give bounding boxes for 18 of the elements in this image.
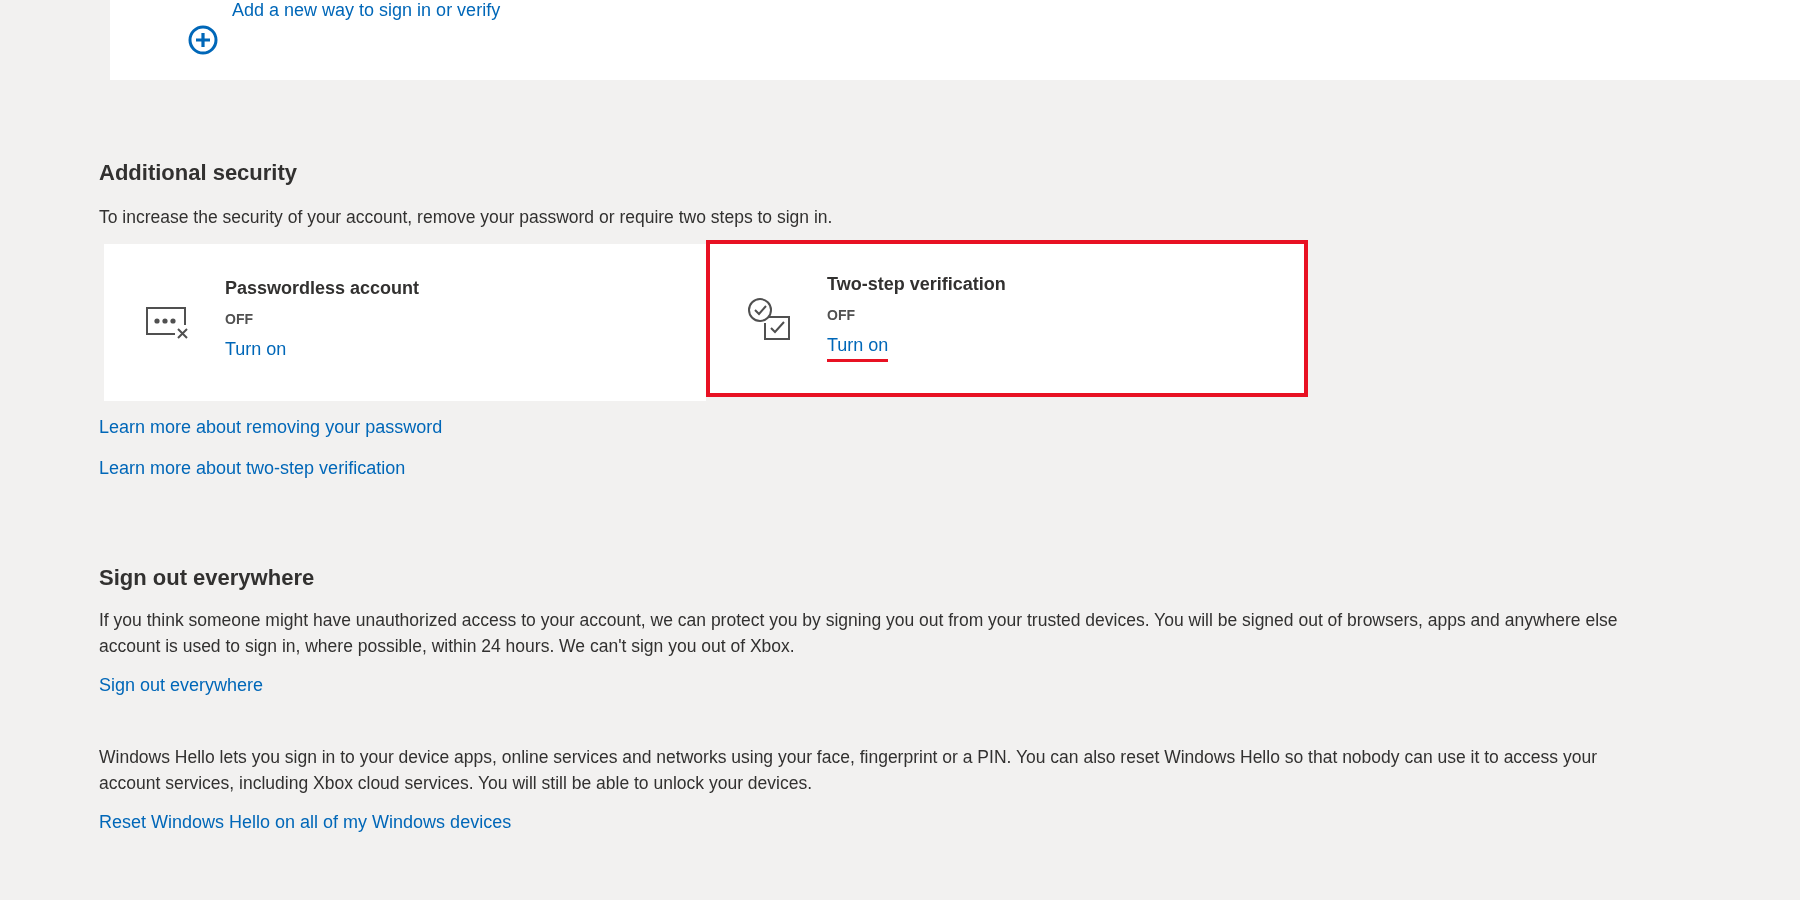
windows-hello-paragraph: Windows Hello lets you sign in to your device apps, online services and networks using your face, fingerprint or a PIN. You can also reset Windows Hello so that nobody can use it to access your account services, including Xbox cloud services. You will still be able to unlock your devices.	[99, 746, 1598, 795]
turn-on-link[interactable]: Turn on	[225, 339, 287, 366]
sign-out-paragraph: If you think someone might have unauthorized access to your account, we can protect you by signing you out from your trusted devices. You will be signed out of browsers, apps and anywhere else account is used to sign in, where possible, within 24 hours. We can't sign you out of Xbox.	[99, 609, 1619, 658]
turn-on-link[interactable]: Turn on	[827, 335, 889, 362]
option-status: OFF	[827, 307, 856, 323]
option-title: Two-step verification	[827, 274, 1006, 295]
checkmarks-icon	[746, 296, 791, 341]
learn-more-link[interactable]: Learn more about removing your password	[99, 417, 443, 438]
section-heading: Sign out everywhere	[99, 565, 316, 591]
sign-out-link[interactable]: Sign out everywhere	[99, 675, 264, 696]
option-status: OFF	[225, 311, 254, 327]
section-description: To increase the security of your account, remove your password or require two steps to sign in.	[99, 206, 834, 229]
option-title: Passwordless account	[225, 278, 420, 299]
reset-windows-hello-link[interactable]: Reset Windows Hello on all of my Windows devices	[99, 812, 512, 833]
add-sign-in-method-link[interactable]: Add a new way to sign in or verify	[232, 0, 501, 21]
add-icon	[188, 25, 218, 55]
learn-more-link[interactable]: Learn more about two-step verification	[99, 458, 406, 479]
section-heading: Additional security	[99, 160, 299, 186]
